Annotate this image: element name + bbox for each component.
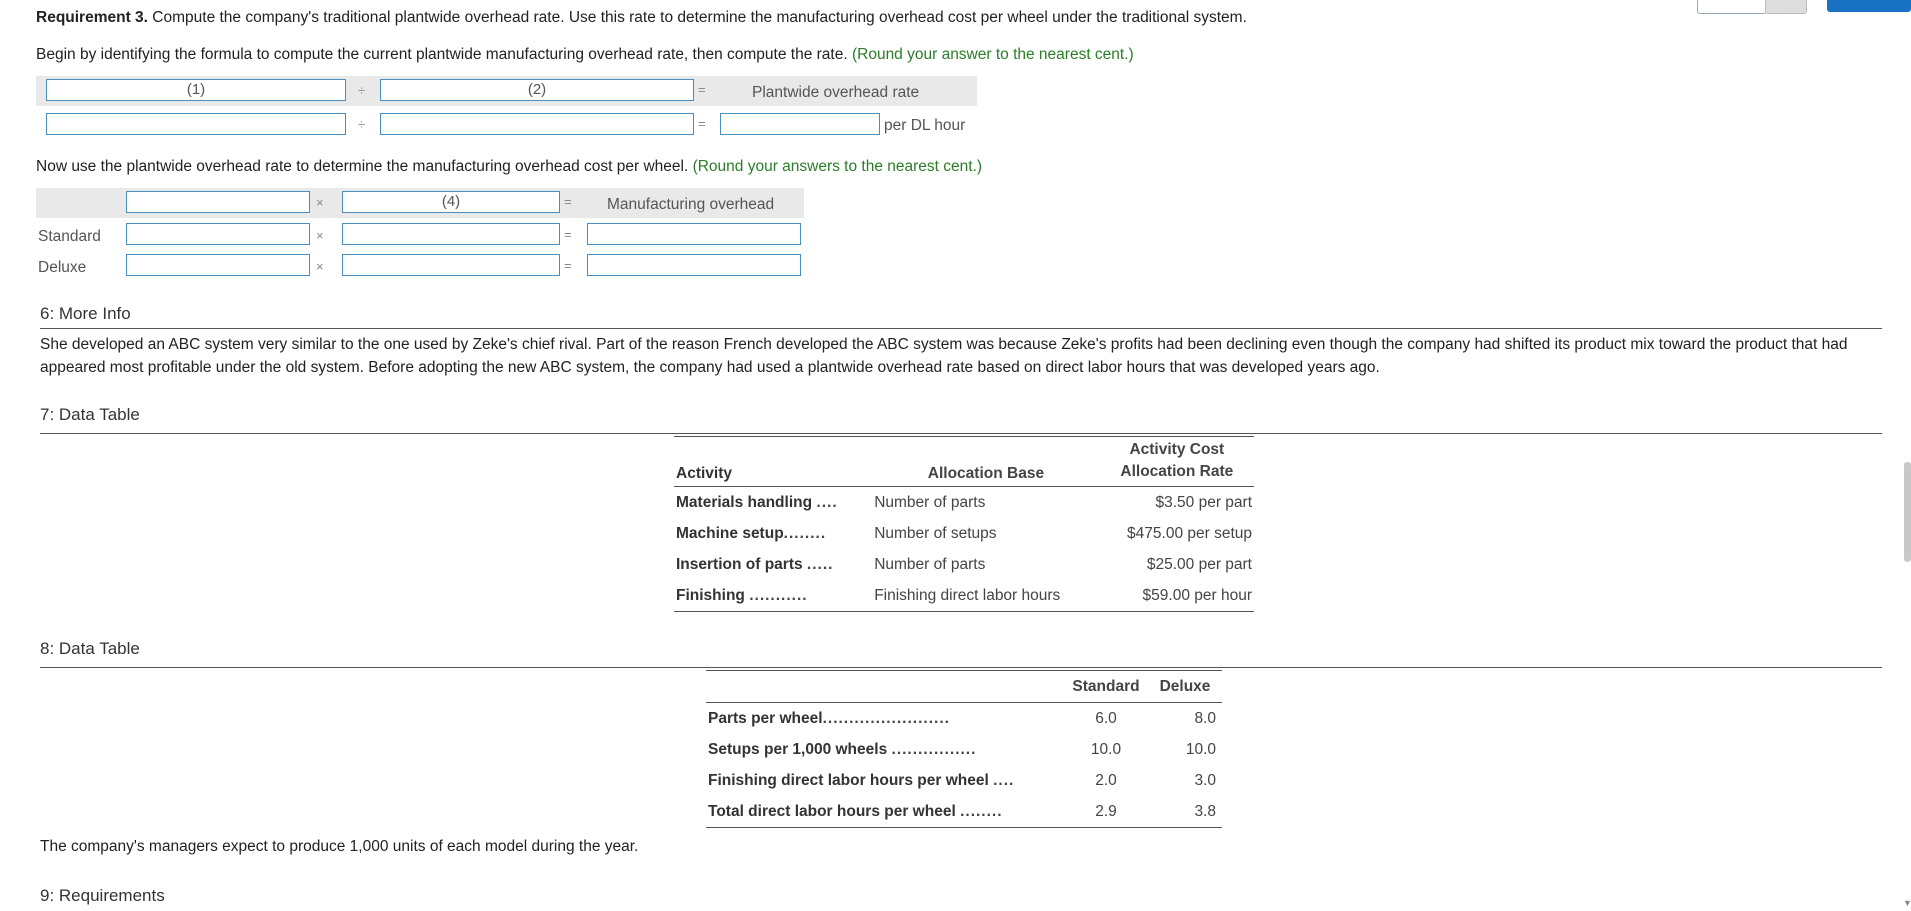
rate-cell: $475.00 per setup [1127, 524, 1252, 542]
step1-hint: (Round your answer to the nearest cent.) [851, 46, 1134, 63]
plantwide-rate-input[interactable] [720, 113, 880, 135]
rate-cell: $59.00 per hour [1099, 580, 1254, 612]
col-header-rate: Activity Cost Allocation Rate [1099, 436, 1254, 487]
standard-col4-input[interactable] [342, 223, 560, 245]
deluxe-cell: 3.0 [1194, 771, 1216, 789]
deluxe-overhead-input[interactable] [587, 254, 801, 276]
multiply-operator: × [316, 228, 324, 243]
table7-title: 7: Data Table [40, 405, 140, 424]
multiply-operator: × [316, 195, 324, 210]
row-label-standard: Standard [38, 228, 101, 245]
base-cell: Number of parts [874, 555, 986, 573]
more-info-title: 6: More Info [40, 304, 131, 323]
standard-cell: 10.0 [1090, 740, 1122, 758]
table-row: Insertion of parts ..... Number of parts… [674, 549, 1254, 580]
deluxe-cell: 10.0 [1185, 740, 1216, 758]
equals-operator: = [564, 258, 572, 273]
base-cell: Number of setups [874, 524, 997, 542]
activity-rate-table: Activity Allocation Base Activity Cost A… [674, 436, 1254, 612]
requirement-title: Requirement 3. [36, 9, 148, 26]
divide-operator: ÷ [358, 117, 366, 132]
row-label: Finishing direct labor hours per wheel .… [708, 771, 1015, 789]
wheel-data-table: Standard Deluxe Parts per wheel.........… [706, 670, 1222, 828]
step2-hint: (Round your answers to the nearest cent.… [692, 158, 983, 175]
deluxe-cell: 3.8 [1148, 796, 1222, 828]
top-input-box[interactable] [1697, 0, 1767, 14]
equals-operator: = [698, 82, 706, 97]
step2-instruction-text: Now use the plantwide overhead rate to d… [36, 158, 689, 175]
requirements-title[interactable]: 9: Requirements [40, 886, 165, 906]
table-row: Finishing direct labor hours per wheel .… [706, 765, 1222, 796]
multiply-operator: × [316, 259, 324, 274]
production-note: The company's managers expect to produce… [40, 838, 639, 855]
equals-operator: = [698, 116, 706, 131]
standard-cell: 2.9 [1064, 796, 1148, 828]
row-label: Parts per wheel........................ [708, 709, 950, 727]
table8-divider [40, 667, 1882, 668]
table-row: Setups per 1,000 wheels ................… [706, 734, 1222, 765]
deluxe-col4-input[interactable] [342, 254, 560, 276]
step2-header-col3 [126, 191, 310, 213]
scrollbar-thumb[interactable] [1904, 462, 1911, 562]
step1-numerator-input[interactable] [46, 113, 346, 135]
standard-overhead-input[interactable] [587, 223, 801, 245]
standard-cell: 2.0 [1095, 771, 1117, 789]
table-row: Materials handling .... Number of parts … [674, 487, 1254, 519]
top-secondary-button[interactable] [1765, 0, 1807, 14]
standard-col3-input[interactable] [126, 223, 310, 245]
table8-title: 8: Data Table [40, 639, 140, 658]
top-primary-button[interactable] [1827, 0, 1911, 12]
step1-header-result: Plantwide overhead rate [752, 84, 920, 101]
rate-cell: $3.50 per part [1155, 493, 1252, 511]
step2-header-result: Manufacturing overhead [607, 196, 775, 213]
col-header-allocation-base: Allocation Base [872, 436, 1100, 487]
col-header-rate-line2: Allocation Rate [1120, 463, 1234, 480]
more-info-text: She developed an ABC system very similar… [40, 336, 1848, 376]
step2-instruction: Now use the plantwide overhead rate to d… [36, 158, 982, 176]
step1-header-col1: (1) [46, 79, 346, 101]
base-cell: Number of parts [874, 493, 986, 511]
activity-cell: Insertion of parts ..... [676, 555, 834, 573]
scroll-down-icon[interactable]: ▼ [1903, 898, 1911, 908]
step1-instruction-text: Begin by identifying the formula to comp… [36, 46, 848, 63]
deluxe-cell: 8.0 [1194, 709, 1216, 727]
equals-operator: = [564, 194, 572, 209]
col-header-activity: Activity [674, 436, 873, 487]
step2-header-col4: (4) [342, 191, 560, 213]
table-row: Machine setup........ Number of setups $… [674, 518, 1254, 549]
step1-header-col2: (2) [380, 79, 694, 101]
table-row: Finishing ........... Finishing direct l… [674, 580, 1254, 612]
row-label: Setups per 1,000 wheels ................ [708, 740, 977, 758]
equals-operator: = [564, 227, 572, 242]
activity-cell: Machine setup........ [676, 524, 827, 542]
standard-cell: 6.0 [1095, 709, 1117, 727]
deluxe-col3-input[interactable] [126, 254, 310, 276]
activity-cell: Materials handling .... [676, 493, 838, 511]
base-cell: Finishing direct labor hours [872, 580, 1100, 612]
activity-cell: Finishing ........... [674, 580, 873, 612]
table7-divider [40, 433, 1882, 434]
col-header-deluxe: Deluxe [1148, 670, 1222, 703]
rate-cell: $25.00 per part [1146, 555, 1252, 573]
row-label: Total direct labor hours per wheel .....… [706, 796, 1064, 828]
step1-denominator-input[interactable] [380, 113, 694, 135]
table-row: Total direct labor hours per wheel .....… [706, 796, 1222, 828]
requirement-text: Requirement 3. Compute the company's tra… [36, 9, 1247, 27]
requirement-body: Compute the company's traditional plantw… [152, 9, 1247, 26]
table-row: Parts per wheel........................ … [706, 703, 1222, 735]
more-info-divider [40, 328, 1882, 329]
step1-unit-label: per DL hour [884, 117, 966, 134]
row-label-deluxe: Deluxe [38, 259, 87, 276]
col-header-standard: Standard [1064, 670, 1148, 703]
divide-operator: ÷ [358, 83, 366, 98]
step1-instruction: Begin by identifying the formula to comp… [36, 46, 1134, 64]
col-header-rate-line1: Activity Cost [1129, 441, 1225, 458]
